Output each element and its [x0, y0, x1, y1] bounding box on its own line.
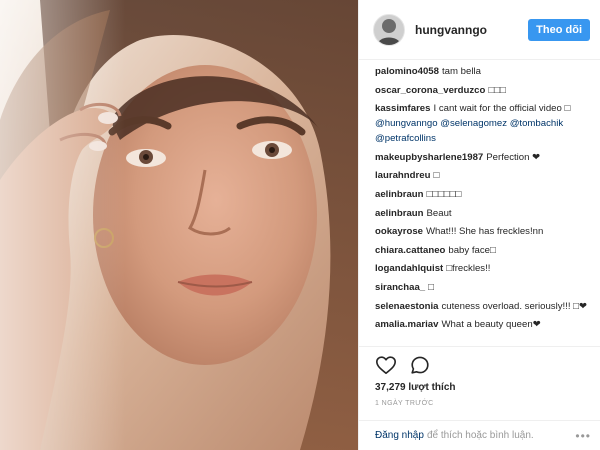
comment-text: Beaut	[426, 207, 452, 219]
comment-item: logandahlquist □freckles!!	[375, 261, 591, 276]
comment-username[interactable]: kassimfares	[375, 103, 430, 114]
comment-username[interactable]: amalia.mariav	[375, 319, 438, 330]
post-timestamp[interactable]: 1 NGÀY TRƯỚC	[375, 400, 585, 407]
comment-username[interactable]: aelinbraun	[375, 208, 424, 219]
comment-text: baby face□	[448, 244, 496, 256]
comment-item: ookayrose What!!! She has freckles!nn	[375, 224, 591, 239]
comment-mentions[interactable]: @hungvanngo @selenagomez @tombachik @pet…	[375, 118, 563, 144]
comment-username[interactable]: logandahlquist	[375, 263, 443, 274]
comment-username[interactable]: siranchaa_	[375, 282, 425, 293]
post-header: hungvanngo Theo dõi	[359, 0, 600, 60]
follow-button[interactable]: Theo dõi	[528, 18, 590, 41]
post-photo[interactable]	[0, 0, 358, 450]
comment-item: chiara.cattaneo baby face□	[375, 243, 591, 258]
comment-item: amalia.mariav What a beauty queen❤	[375, 317, 591, 332]
comment-text: □□□□□□	[426, 188, 462, 200]
likes-count[interactable]: 37,279 lượt thích	[375, 382, 585, 393]
comment-username[interactable]: selenaestonia	[375, 301, 438, 312]
comment-item: aelinbraun □□□□□□	[375, 187, 591, 202]
comment-text: □	[433, 170, 440, 182]
comment-item: siranchaa_ □	[375, 280, 591, 295]
comment-item: selenaestonia cuteness overload. seriousl…	[375, 299, 591, 314]
comment-text: I cant wait for the official video □	[433, 103, 571, 115]
action-buttons	[375, 349, 585, 381]
login-prompt: Đăng nhập để thích hoặc bình luận. •••	[359, 420, 600, 450]
comment-username[interactable]: oscar_corona_verduzco	[375, 85, 485, 96]
comment-item: oscar_corona_verduzco □□□	[375, 83, 591, 98]
heart-icon[interactable]	[375, 354, 397, 376]
comment-text: tam bella	[441, 66, 481, 77]
comment-item: makeupbysharlene1987 Perfection ❤	[375, 150, 591, 165]
portrait-image	[0, 0, 358, 450]
comment-text: What a beauty queen❤	[441, 319, 541, 331]
avatar-image	[374, 14, 404, 45]
post-sidebar: hungvanngo Theo dõi palomino4058 tam bell…	[358, 0, 600, 450]
instagram-post: hungvanngo Theo dõi palomino4058 tam bell…	[0, 0, 600, 450]
comment-username[interactable]: aelinbraun	[375, 189, 424, 200]
comment-text: □	[428, 281, 434, 293]
comments-list[interactable]: palomino4058 tam bella oscar_corona_verdu…	[359, 60, 600, 346]
comment-text: What!!! She has freckles!nn	[426, 226, 544, 238]
comment-username[interactable]: chiara.cattaneo	[375, 245, 445, 256]
avatar[interactable]	[373, 13, 405, 46]
comment-text: □freckles!!	[446, 263, 491, 275]
comment-text: Perfection ❤	[486, 151, 541, 163]
speech-bubble-icon[interactable]	[409, 354, 431, 376]
comment-text: cuteness overload. seriously!!! □❤	[441, 300, 588, 312]
login-prompt-text: để thích hoặc bình luận.	[426, 430, 534, 441]
comment-item: palomino4058 tam bella	[375, 64, 591, 79]
comment-username[interactable]: palomino4058	[375, 66, 439, 77]
login-link[interactable]: Đăng nhập	[375, 430, 424, 441]
comment-item: kassimfares I cant wait for the official …	[375, 101, 591, 146]
comment-item: aelinbraun Beaut	[375, 206, 591, 221]
comment-username[interactable]: laurahndreu	[375, 170, 430, 181]
username-link[interactable]: hungvanngo	[415, 23, 528, 37]
comment-item: laurahndreu □	[375, 168, 591, 183]
more-options-icon[interactable]: •••	[575, 429, 591, 443]
comment-text: □□□	[488, 84, 506, 96]
comment-username[interactable]: ookayrose	[375, 226, 423, 237]
comment-username[interactable]: makeupbysharlene1987	[375, 152, 483, 163]
